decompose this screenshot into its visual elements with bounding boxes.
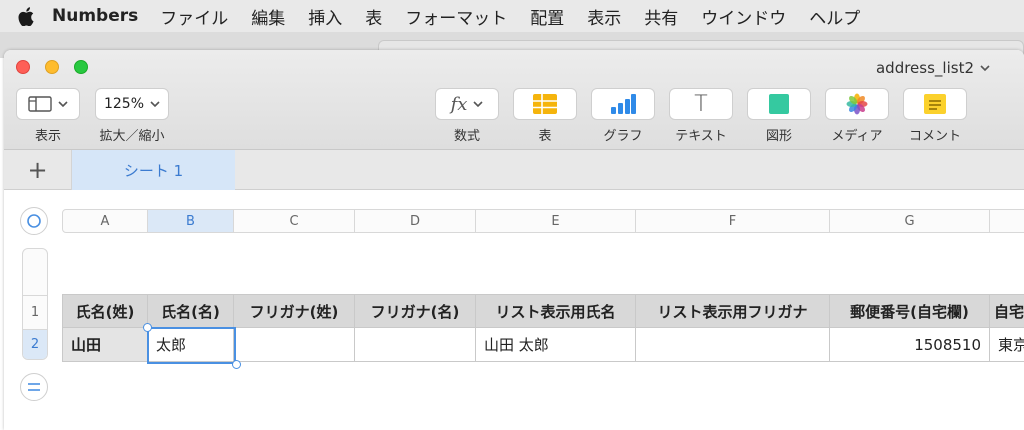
menu-share[interactable]: 共有: [644, 4, 678, 29]
selection-handle-bottom-right[interactable]: [232, 360, 241, 369]
shape-button[interactable]: [747, 88, 811, 120]
column-header-d[interactable]: D: [355, 209, 476, 233]
table-icon: [533, 94, 557, 114]
title-toolbar: address_list2 表示 125% 拡大／縮小 fx 数式 表 グラフ …: [4, 50, 1024, 150]
select-table-button[interactable]: [20, 207, 48, 235]
media-label: メディア: [831, 129, 883, 144]
text-label: テキスト: [675, 129, 727, 144]
table-header-cell[interactable]: フリガナ(名): [355, 294, 476, 328]
table-cell[interactable]: 1508510: [830, 328, 990, 362]
add-sheet-button[interactable]: +: [4, 150, 72, 190]
comment-label: コメント: [908, 129, 962, 144]
comment-button[interactable]: [903, 88, 967, 120]
menu-table[interactable]: 表: [365, 4, 382, 29]
column-header-c[interactable]: C: [234, 209, 355, 233]
media-button[interactable]: [825, 88, 889, 120]
app-name-menu[interactable]: Numbers: [52, 6, 138, 26]
table-header-cell[interactable]: リスト表示用フリガナ: [636, 294, 830, 328]
row-header-2[interactable]: 2: [23, 329, 47, 359]
menu-insert[interactable]: 挿入: [308, 4, 342, 29]
menu-view[interactable]: 表示: [587, 4, 621, 29]
chevron-down-icon: [150, 100, 160, 107]
zoom-label: 拡大／縮小: [99, 129, 165, 144]
view-button[interactable]: [16, 88, 80, 120]
zoom-window-button[interactable]: [74, 60, 88, 74]
table-cell[interactable]: [234, 328, 355, 362]
chart-button[interactable]: [591, 88, 655, 120]
equals-icon: [28, 383, 40, 391]
row-headers: 1 2: [22, 248, 48, 360]
minimize-window-button[interactable]: [45, 60, 59, 74]
table-header-cell[interactable]: 氏名(姓): [62, 294, 148, 328]
document-title[interactable]: address_list2: [876, 59, 990, 77]
text-button[interactable]: T: [669, 88, 733, 120]
table-cell[interactable]: 東京: [990, 328, 1024, 362]
chart-label: グラフ: [603, 129, 643, 144]
table-header-cell[interactable]: フリガナ(姓): [234, 294, 355, 328]
menu-bar: Numbers ファイル 編集 挿入 表 フォーマット 配置 表示 共有 ウイン…: [0, 0, 1024, 32]
add-row-button[interactable]: [20, 373, 48, 401]
circle-icon: [27, 214, 41, 228]
table-label: 表: [538, 129, 552, 144]
apple-menu[interactable]: [0, 6, 52, 26]
menu-edit[interactable]: 編集: [251, 4, 285, 29]
chevron-down-icon: [980, 64, 990, 71]
table-cell[interactable]: 山田 太郎: [476, 328, 636, 362]
menu-file[interactable]: ファイル: [160, 4, 228, 29]
menu-window[interactable]: ウインドウ: [701, 4, 786, 29]
apple-icon: [18, 6, 34, 26]
chevron-down-icon: [473, 100, 483, 107]
table-header-cell[interactable]: 氏名(名): [148, 294, 234, 328]
menu-help[interactable]: ヘルプ: [809, 4, 860, 29]
selection-handle-top-left[interactable]: [143, 323, 152, 332]
column-header-b[interactable]: B: [148, 209, 234, 233]
row-header-1[interactable]: 1: [23, 295, 47, 329]
column-header-f[interactable]: F: [636, 209, 830, 233]
view-label: 表示: [34, 129, 62, 144]
table-header-cell[interactable]: リスト表示用氏名: [476, 294, 636, 328]
table-header-cell[interactable]: 郵便番号(自宅欄): [830, 294, 990, 328]
table-header-cell[interactable]: 自宅: [990, 294, 1024, 328]
sheet-canvas[interactable]: A B C D E F G 1 2 氏名(姓) 氏名(名) フリガナ(姓) フリ…: [4, 190, 1024, 430]
shape-icon: [769, 94, 789, 114]
close-window-button[interactable]: [16, 60, 30, 74]
photos-icon: [846, 93, 868, 115]
table-button[interactable]: [513, 88, 577, 120]
menu-arrange[interactable]: 配置: [530, 4, 564, 29]
chevron-down-icon: [58, 100, 68, 107]
column-header-h[interactable]: [990, 209, 1024, 233]
text-icon: T: [694, 91, 708, 117]
sidebar-icon: [28, 96, 52, 112]
document-title-text: address_list2: [875, 59, 974, 77]
formula-label: 数式: [453, 129, 481, 144]
column-header-e[interactable]: E: [476, 209, 636, 233]
zoom-value: 125%: [103, 96, 145, 112]
numbers-window: address_list2 表示 125% 拡大／縮小 fx 数式 表 グラフ …: [4, 50, 1024, 430]
formula-button[interactable]: fx: [435, 88, 499, 120]
shape-label: 図形: [765, 129, 793, 144]
table-cell[interactable]: 山田: [62, 328, 148, 362]
table-cell[interactable]: [636, 328, 830, 362]
menu-format[interactable]: フォーマット: [405, 4, 507, 29]
column-header-a[interactable]: A: [62, 209, 148, 233]
column-header-g[interactable]: G: [830, 209, 990, 233]
comment-icon: [924, 94, 946, 114]
bar-chart-icon: [611, 94, 636, 114]
table-cell[interactable]: [355, 328, 476, 362]
formula-icon: fx: [450, 93, 468, 115]
zoom-button[interactable]: 125%: [95, 88, 169, 120]
sheet-tab-bar: + シート 1: [4, 150, 1024, 190]
tab-sheet-1[interactable]: シート 1: [72, 150, 235, 190]
table-cell-selected[interactable]: 太郎: [148, 328, 234, 362]
